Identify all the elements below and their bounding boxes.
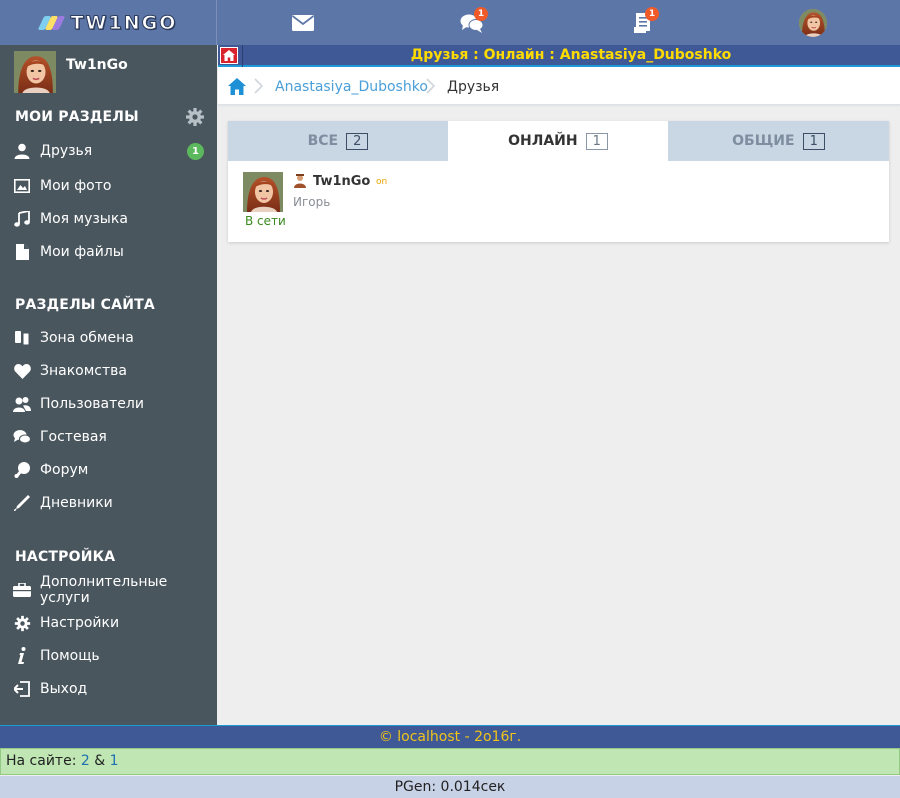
logo[interactable]: TW1NGO — [0, 0, 217, 45]
copyright-text: © localhost - 2о16г. — [378, 729, 522, 745]
sidebar-item-forum[interactable]: Форум — [13, 458, 208, 482]
sidebar-item-label: Выход — [40, 681, 88, 697]
tab-label: ВСЕ — [307, 133, 339, 149]
sidebar-item-label: Форум — [40, 462, 89, 478]
online-label: На сайте: — [6, 753, 77, 769]
chat-badge: 1 — [474, 7, 488, 21]
sidebar-item-music[interactable]: Моя музыка — [13, 207, 208, 231]
top-bar: TW1NGO 1 1 — [0, 0, 900, 45]
tab-common[interactable]: ОБЩИЕ 1 — [668, 121, 889, 161]
tab-online[interactable]: ОНЛАЙН 1 — [448, 121, 668, 161]
gear-icon — [13, 614, 31, 632]
comments-icon — [13, 428, 31, 446]
avatar[interactable] — [14, 51, 56, 93]
gear-icon[interactable] — [185, 107, 205, 127]
online-counter: На сайте: 2 & 1 — [0, 748, 900, 775]
image-icon — [13, 177, 31, 195]
online-badge: on — [376, 177, 388, 187]
page-title: Друзья : Онлайн : Anastasiya_Duboshko — [410, 47, 732, 63]
home-icon — [223, 50, 235, 61]
exchange-icon — [13, 329, 31, 347]
sidebar-item-label: Зона обмена — [40, 330, 134, 346]
pgen-text: PGen: 0.014сек — [394, 779, 506, 795]
home-button[interactable] — [220, 47, 238, 64]
user-icon — [13, 142, 31, 160]
sidebar-item-extra-services[interactable]: Дополнительные услуги — [13, 574, 208, 606]
friends-count-badge: 1 — [187, 143, 204, 160]
sidebar-item-files[interactable]: Мои файлы — [13, 240, 208, 264]
sidebar-item-dating[interactable]: Знакомства — [13, 359, 208, 383]
breadcrumb-link-user[interactable]: Anastasiya_Duboshko — [275, 79, 428, 95]
tab-all[interactable]: ВСЕ 2 — [228, 121, 448, 161]
friends-panel: ВСЕ 2 ОНЛАЙН 1 ОБЩИЕ 1 Tw1nGo on Игорь В… — [228, 121, 889, 242]
section-title-site: РАЗДЕЛЫ САЙТА — [15, 297, 155, 313]
friend-name-link[interactable]: Tw1nGo — [313, 174, 370, 189]
music-note-icon — [13, 210, 31, 228]
sidebar-item-label: Друзья — [40, 143, 93, 159]
status-badge: В сети — [245, 214, 286, 228]
file-icon — [13, 243, 31, 261]
sidebar-item-label: Мои файлы — [40, 244, 124, 260]
sidebar-item-friends[interactable]: Друзья 1 — [13, 139, 208, 163]
chevron-right-icon — [254, 78, 264, 94]
chat-button[interactable]: 1 — [457, 7, 488, 38]
sidebar-item-users[interactable]: Пользователи — [13, 392, 208, 416]
notes-button[interactable]: 1 — [628, 7, 659, 38]
sidebar-item-label: Знакомства — [40, 363, 127, 379]
sidebar-item-help[interactable]: Помощь — [13, 644, 208, 668]
logo-text: TW1NGO — [70, 11, 178, 34]
sidebar-item-label: Гостевая — [40, 429, 107, 445]
sidebar-item-label: Дополнительные услуги — [40, 574, 168, 606]
users-icon — [13, 395, 31, 413]
tab-count: 1 — [585, 132, 608, 150]
online-users-link[interactable]: 2 — [81, 753, 90, 769]
sidebar-item-logout[interactable]: Выход — [13, 677, 208, 701]
tab-count: 1 — [802, 132, 825, 150]
home-icon[interactable] — [228, 78, 246, 95]
sidebar-item-diaries[interactable]: Дневники — [13, 491, 208, 515]
user-rank-icon — [294, 174, 306, 188]
sidebar-profile[interactable]: Tw1nGo — [14, 51, 128, 93]
page-generation-time: PGen: 0.014сек — [0, 776, 900, 798]
online-guests-link[interactable]: 1 — [110, 753, 119, 769]
sidebar-item-exchange[interactable]: Зона обмена — [13, 326, 208, 350]
breadcrumb-current: Друзья — [447, 79, 500, 95]
sidebar: Tw1nGo МОИ РАЗДЕЛЫ Друзья 1 Мои фото Моя… — [0, 45, 217, 725]
sidebar-item-label: Пользователи — [40, 396, 144, 412]
tab-label: ОБЩИЕ — [732, 133, 795, 149]
briefcase-icon — [13, 581, 31, 599]
messages-button[interactable] — [288, 8, 318, 38]
breadcrumb: Anastasiya_Duboshko Друзья — [218, 67, 900, 105]
friend-real-name: Игорь — [293, 195, 331, 209]
logout-icon — [13, 680, 31, 698]
chevron-right-icon — [426, 78, 436, 94]
tab-label: ОНЛАЙН — [508, 133, 578, 149]
sidebar-item-guestbook[interactable]: Гостевая — [13, 425, 208, 449]
section-title-my: МОИ РАЗДЕЛЫ — [15, 109, 139, 125]
forum-icon — [13, 461, 31, 479]
pen-icon — [13, 494, 31, 512]
sidebar-item-settings[interactable]: Настройки — [13, 611, 208, 635]
sidebar-item-label: Настройки — [40, 615, 120, 631]
info-icon — [13, 647, 31, 665]
sidebar-item-label: Помощь — [40, 648, 100, 664]
copyright-footer: © localhost - 2о16г. — [0, 725, 900, 748]
envelope-icon — [292, 15, 314, 31]
sidebar-item-label: Дневники — [40, 495, 113, 511]
page-title-bar: Друзья : Онлайн : Anastasiya_Duboshko — [218, 45, 900, 67]
notes-badge: 1 — [645, 7, 659, 21]
sidebar-item-photos[interactable]: Мои фото — [13, 174, 208, 198]
user-avatar[interactable] — [799, 9, 827, 37]
sidebar-item-label: Моя музыка — [40, 211, 128, 227]
online-separator: & — [94, 753, 106, 769]
tab-count: 2 — [346, 132, 369, 150]
sidebar-user-name[interactable]: Tw1nGo — [66, 57, 128, 93]
heart-icon — [13, 362, 31, 380]
section-title-settings: НАСТРОЙКА — [15, 549, 116, 565]
sidebar-item-label: Мои фото — [40, 178, 112, 194]
logo-mark-icon — [37, 15, 65, 30]
friend-avatar[interactable] — [243, 172, 283, 212]
